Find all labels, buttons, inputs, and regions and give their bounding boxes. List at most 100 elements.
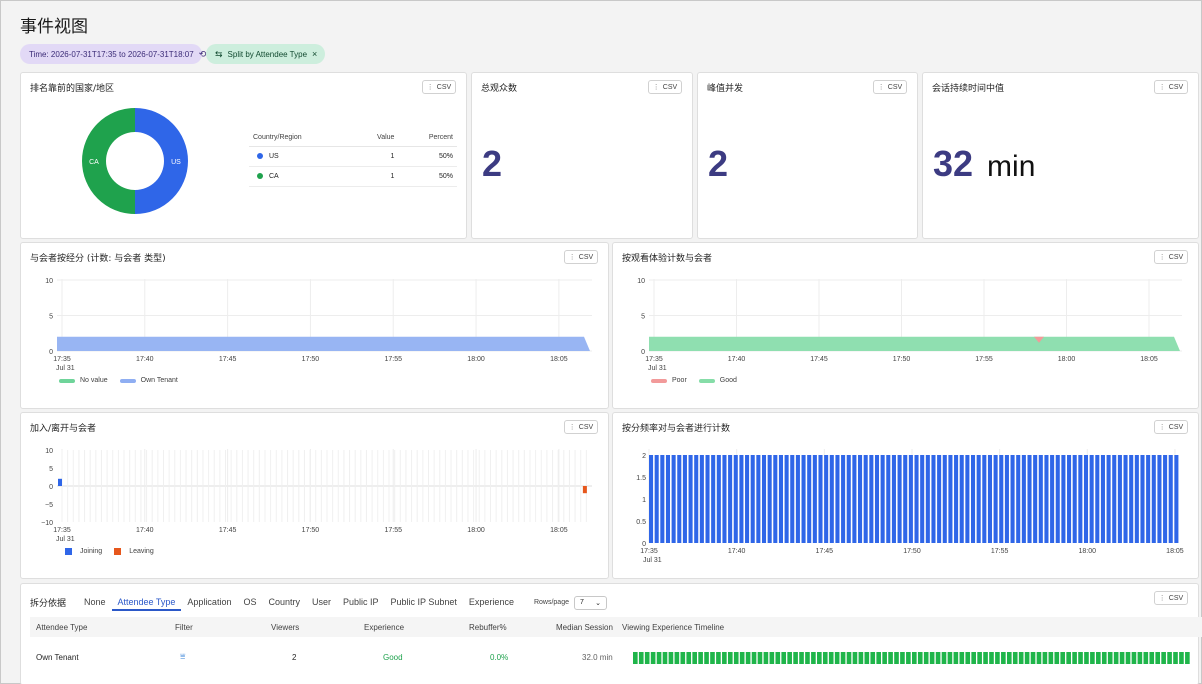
frequency-bar	[778, 455, 783, 543]
csv-button[interactable]: ⋮ CSV	[1154, 80, 1188, 94]
timeline-segment	[668, 652, 674, 664]
column-header[interactable]: Median Session	[556, 623, 613, 632]
timeline-segment	[1125, 652, 1131, 664]
timeline-segment	[1054, 652, 1060, 664]
table-row[interactable]: Own Tenant ⩸ 2 Good 0.0% 32.0 min	[30, 637, 1202, 677]
csv-label: CSV	[1168, 253, 1184, 261]
csv-button[interactable]: ⋮ CSV	[564, 250, 598, 264]
timeline-segment	[644, 652, 650, 664]
x-tick-label: 17:50	[302, 356, 320, 363]
legend-label: Leaving	[129, 548, 154, 555]
legend-label: Own Tenant	[140, 377, 178, 384]
legend-item[interactable]: Leaving	[114, 548, 154, 555]
legend-item[interactable]: Own Tenant	[119, 377, 178, 384]
tab-public-ip-subnet[interactable]: Public IP Subnet	[385, 594, 463, 611]
area-series	[57, 336, 590, 351]
timeline-segment	[1185, 652, 1190, 664]
column-header[interactable]: Filter	[175, 623, 193, 632]
legend-dot	[257, 173, 263, 179]
median-session-cell: 32.0 min	[582, 653, 613, 662]
csv-button[interactable]: ⋮ CSV	[648, 80, 682, 94]
tab-public-ip[interactable]: Public IP	[337, 594, 385, 611]
timeline-segment	[656, 652, 662, 664]
donut-chart: US CA	[82, 108, 188, 214]
timeline-segment	[929, 652, 935, 664]
frequency-bar	[987, 455, 993, 543]
timeline-segment	[953, 652, 959, 664]
csv-button[interactable]: ⋮ CSV	[1154, 420, 1188, 434]
frequency-bar	[761, 455, 767, 543]
frequency-bar	[654, 455, 659, 543]
csv-button[interactable]: ⋮ CSV	[564, 420, 598, 434]
tab-os[interactable]: OS	[237, 594, 262, 611]
timeline-segment	[983, 652, 988, 664]
timeline-segment	[846, 652, 852, 664]
csv-button[interactable]: ⋮ CSV	[1154, 591, 1188, 605]
timeline-segment	[888, 652, 893, 664]
y-tick-label: 5	[641, 314, 645, 321]
frequency-bar	[660, 455, 665, 543]
timeline-segment	[1096, 652, 1101, 664]
frequency-bar	[677, 455, 682, 543]
frequency-bar	[948, 455, 953, 543]
y-tick-label: 10	[45, 278, 53, 285]
column-header[interactable]: Viewers	[271, 623, 299, 632]
legend-item[interactable]: Joining	[65, 548, 102, 555]
frequency-bar	[773, 455, 778, 543]
tab-experience[interactable]: Experience	[463, 594, 520, 611]
y-tick-label: 0	[642, 541, 646, 548]
frequency-bar	[745, 455, 750, 543]
timeline-segment	[995, 652, 1000, 664]
table-row[interactable]: CA 1 50%	[249, 166, 457, 187]
frequency-bar	[914, 455, 919, 543]
csv-button[interactable]: ⋮ CSV	[1154, 250, 1188, 264]
legend-dot	[257, 153, 263, 159]
column-header[interactable]: Rebuffer%	[469, 623, 507, 632]
frequency-bar	[1106, 455, 1111, 543]
csv-button[interactable]: ⋮ CSV	[873, 80, 907, 94]
rebuffer-cell: 0.0%	[490, 653, 509, 662]
timeline-segment	[650, 652, 656, 664]
legend-label: Poor	[672, 377, 687, 384]
more-icon: ⋮	[1158, 424, 1166, 431]
split-filter-chip[interactable]: ⇆ Split by Attendee Type ×	[206, 44, 325, 64]
peak-concurrent-card: 峰值并发 ⋮ CSV 2	[697, 72, 918, 239]
total-viewers-card: 总观众数 ⋮ CSV 2	[471, 72, 693, 239]
legend-item[interactable]: Good	[698, 377, 737, 384]
frequency-bar	[824, 455, 829, 543]
x-tick-label: 17:40	[136, 527, 154, 534]
tab-country[interactable]: Country	[262, 594, 306, 611]
frequency-bar	[694, 455, 699, 543]
csv-label: CSV	[887, 83, 903, 91]
frequency-bar	[863, 455, 868, 543]
timeline-segment	[1161, 652, 1166, 664]
csv-button[interactable]: ⋮ CSV	[422, 80, 456, 94]
x-tick-label: 17:55	[384, 356, 402, 363]
table-row[interactable]: US 1 50%	[249, 146, 457, 167]
leaving-bar	[582, 486, 587, 494]
frequency-bar	[976, 455, 981, 543]
rows-per-page-select[interactable]: 7 ⌄	[573, 595, 607, 610]
timeline-segment	[1018, 652, 1024, 664]
close-icon[interactable]: ×	[312, 49, 317, 59]
tab-user[interactable]: User	[306, 594, 337, 611]
tab-attendee-type[interactable]: Attendee Type	[111, 594, 182, 611]
frequency-bar	[1100, 455, 1105, 543]
rows-per-page-label: Rows/page	[533, 599, 569, 606]
column-header[interactable]: Attendee Type	[36, 623, 87, 632]
x-tick-label: 17:45	[816, 548, 834, 555]
column-header[interactable]: Viewing Experience Timeline	[622, 623, 724, 632]
filter-icon[interactable]: ⩸	[180, 651, 185, 662]
slice-label: US	[171, 159, 181, 166]
more-icon: ⋮	[1158, 254, 1166, 261]
time-filter-chip[interactable]: Time: 2026-07-31T17:35 to 2026-07-31T18:…	[20, 44, 206, 64]
legend-item[interactable]: No value	[59, 377, 108, 384]
legend-item[interactable]: Poor	[651, 377, 687, 384]
column-header[interactable]: Experience	[364, 623, 404, 632]
timeline-segment	[840, 652, 846, 664]
tab-application[interactable]: Application	[181, 594, 237, 611]
frequency-bar	[671, 455, 676, 543]
timeline-segment	[1084, 652, 1089, 664]
timeline-segment	[692, 652, 697, 664]
tab-none[interactable]: None	[78, 594, 112, 611]
